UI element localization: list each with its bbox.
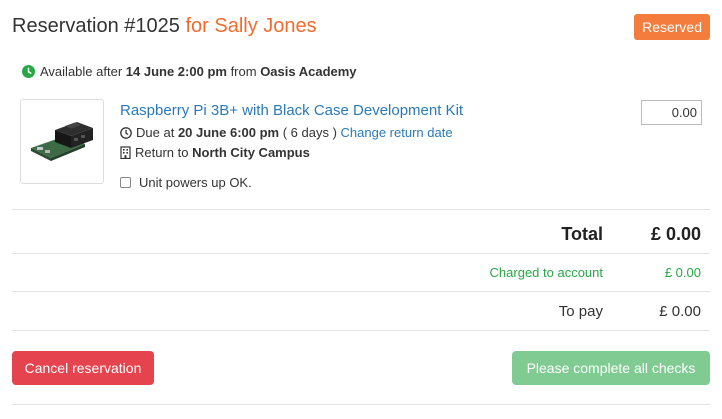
change-return-date-link[interactable]: Change return date: [341, 125, 453, 140]
due-duration: ( 6 days ): [282, 125, 337, 140]
check-label: Unit powers up OK.: [139, 175, 252, 190]
complete-checks-button[interactable]: Please complete all checks: [512, 351, 710, 385]
availability-line: Available after 14 June 2:00 pm from Oas…: [22, 63, 357, 83]
charged-value: £ 0.00: [664, 265, 701, 280]
total-value: £ 0.00: [650, 224, 701, 244]
item-name-link[interactable]: Raspberry Pi 3B+ with Black Case Develop…: [120, 101, 463, 121]
cancel-reservation-button[interactable]: Cancel reservation: [12, 351, 154, 385]
return-line: Return to North City Campus: [120, 144, 310, 164]
charged-label: Charged to account: [489, 265, 603, 280]
to-pay-label: To pay: [558, 303, 603, 320]
return-location: North City Campus: [192, 145, 310, 160]
return-prefix: Return to: [135, 145, 189, 160]
availability-location: Oasis Academy: [260, 64, 357, 79]
reservation-number: Reservation #1025: [12, 15, 180, 37]
status-badge: Reserved: [634, 14, 710, 40]
page-header: Reservation #1025 for Sally Jones Reserv…: [12, 14, 710, 42]
check-circle-icon: [22, 65, 35, 83]
total-label: Total: [561, 224, 603, 244]
customer-name: for Sally Jones: [185, 15, 317, 37]
check-item[interactable]: Unit powers up OK.: [120, 174, 252, 192]
availability-datetime: 14 June 2:00 pm: [125, 64, 227, 79]
due-datetime: 20 June 6:00 pm: [177, 125, 280, 140]
divider: [12, 253, 710, 254]
divider: [12, 291, 710, 292]
divider: [12, 330, 710, 331]
to-pay-value: £ 0.00: [659, 303, 701, 320]
check-checkbox[interactable]: [120, 177, 131, 188]
item-thumbnail[interactable]: [20, 99, 104, 184]
raspberry-pi-kit-image: [31, 122, 93, 161]
availability-from: from: [230, 64, 257, 79]
price-input[interactable]: [641, 100, 702, 125]
page-title: Reservation #1025 for Sally Jones: [12, 14, 317, 38]
due-prefix: Due at: [136, 125, 175, 140]
divider: [12, 404, 710, 405]
building-icon: [120, 146, 131, 164]
clock-icon: [120, 126, 132, 144]
divider: [12, 209, 710, 210]
due-line: Due at 20 June 6:00 pm ( 6 days ) Change…: [120, 124, 453, 144]
availability-prefix: Available after: [40, 64, 123, 79]
